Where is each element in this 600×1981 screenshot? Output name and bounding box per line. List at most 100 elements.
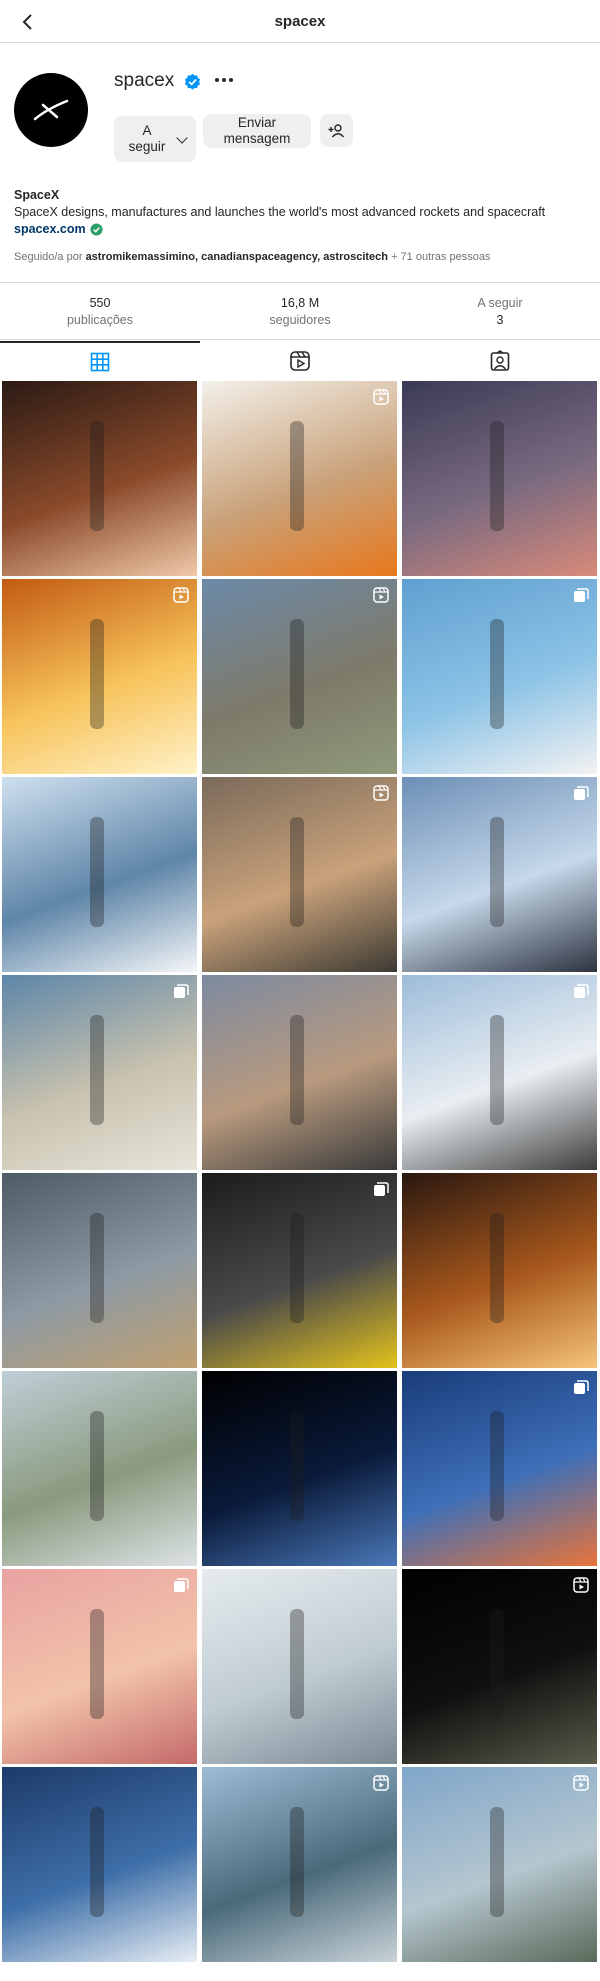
followers-stat[interactable]: 16,8 M seguidores xyxy=(200,295,400,329)
post-thumbnail xyxy=(290,1807,304,1917)
post-tile[interactable] xyxy=(202,1569,397,1764)
username-row: spacex xyxy=(114,70,201,92)
post-thumbnail xyxy=(90,421,104,531)
post-thumbnail xyxy=(90,1213,104,1323)
spacex-logo-x-icon xyxy=(33,99,69,121)
profile-tabs xyxy=(0,341,600,381)
grid-icon xyxy=(90,352,110,372)
reel-badge-icon xyxy=(573,1577,589,1593)
post-tile[interactable] xyxy=(202,975,397,1170)
carousel-badge-icon xyxy=(174,984,189,998)
post-tile[interactable] xyxy=(202,1371,397,1566)
follow-button-line1: A xyxy=(142,123,152,138)
post-thumbnail xyxy=(490,1015,504,1125)
profile-stats: 550 publicações 16,8 M seguidores A segu… xyxy=(0,282,600,340)
post-thumbnail xyxy=(290,817,304,927)
post-thumbnail xyxy=(90,1609,104,1719)
verified-badge-icon xyxy=(185,73,201,90)
post-tile[interactable] xyxy=(402,1173,597,1368)
post-tile[interactable] xyxy=(2,579,197,774)
post-thumbnail xyxy=(490,1807,504,1917)
post-thumbnail xyxy=(290,1411,304,1521)
bio-description: SpaceX designs, manufactures and launche… xyxy=(14,205,546,219)
profile-avatar[interactable] xyxy=(14,73,88,147)
post-thumbnail xyxy=(290,1609,304,1719)
tagged-icon xyxy=(490,350,510,371)
profile-bio: SpaceX SpaceX designs, manufactures and … xyxy=(14,187,589,238)
reel-badge-icon xyxy=(373,785,389,801)
post-tile[interactable] xyxy=(202,777,397,972)
carousel-badge-icon xyxy=(574,588,589,602)
followed-by-names: astromikemassimino, canadianspaceagency,… xyxy=(85,251,388,263)
following-label: A seguir xyxy=(477,296,523,310)
post-tile[interactable] xyxy=(402,1767,597,1962)
post-thumbnail xyxy=(290,1015,304,1125)
message-button-line2: mensagem xyxy=(223,131,291,146)
post-thumbnail xyxy=(490,1609,504,1719)
tab-reels[interactable] xyxy=(200,341,400,381)
post-thumbnail xyxy=(490,817,504,927)
posts-count: 550 xyxy=(89,296,111,310)
post-tile[interactable] xyxy=(402,1569,597,1764)
carousel-badge-icon xyxy=(174,1578,189,1592)
header-username: spacex xyxy=(274,13,326,30)
post-thumbnail xyxy=(90,1411,104,1521)
followed-by-prefix: Seguido/a por xyxy=(14,251,83,263)
post-tile[interactable] xyxy=(202,381,397,576)
post-thumbnail xyxy=(90,619,104,729)
post-tile[interactable] xyxy=(2,777,197,972)
send-message-button[interactable]: Enviar mensagem xyxy=(203,114,311,148)
post-tile[interactable] xyxy=(202,579,397,774)
post-tile[interactable] xyxy=(402,1371,597,1566)
more-dots-icon[interactable] xyxy=(211,70,237,90)
tab-tagged[interactable] xyxy=(400,341,600,381)
followed-by-text[interactable]: Seguido/a por astromikemassimino, canadi… xyxy=(14,251,490,263)
profile-username: spacex xyxy=(114,70,175,91)
carousel-badge-icon xyxy=(574,786,589,800)
message-button-line1: Enviar xyxy=(237,115,277,130)
post-thumbnail xyxy=(490,1213,504,1323)
reel-badge-icon xyxy=(373,1775,389,1791)
post-thumbnail xyxy=(90,1807,104,1917)
profile-link[interactable]: spacex.com xyxy=(14,221,103,238)
post-tile[interactable] xyxy=(2,1569,197,1764)
tab-posts[interactable] xyxy=(0,341,200,381)
post-tile[interactable] xyxy=(2,1767,197,1962)
suggest-accounts-button[interactable] xyxy=(320,114,353,147)
carousel-badge-icon xyxy=(374,1182,389,1196)
posts-label: publicações xyxy=(66,313,133,327)
reel-badge-icon xyxy=(573,1775,589,1791)
following-stat[interactable]: A seguir 3 xyxy=(400,295,600,329)
profile-name: SpaceX xyxy=(14,188,60,202)
post-thumbnail xyxy=(290,1213,304,1323)
post-thumbnail xyxy=(90,817,104,927)
post-tile[interactable] xyxy=(402,777,597,972)
reel-badge-icon xyxy=(173,587,189,603)
post-tile[interactable] xyxy=(2,381,197,576)
followed-by-suffix: + 71 outras pessoas xyxy=(391,251,491,263)
profile-link-text[interactable]: spacex.com xyxy=(14,221,86,238)
post-thumbnail xyxy=(290,421,304,531)
post-tile[interactable] xyxy=(202,1767,397,1962)
post-tile[interactable] xyxy=(402,975,597,1170)
post-tile[interactable] xyxy=(2,1371,197,1566)
post-tile[interactable] xyxy=(402,579,597,774)
reel-badge-icon xyxy=(373,587,389,603)
post-thumbnail xyxy=(290,619,304,729)
posts-stat: 550 publicações xyxy=(0,295,200,329)
post-tile[interactable] xyxy=(2,1173,197,1368)
post-thumbnail xyxy=(90,1015,104,1125)
follow-button-line2: seguir xyxy=(128,139,166,154)
add-person-icon xyxy=(328,123,344,137)
top-bar: spacex xyxy=(0,0,600,43)
following-count: 3 xyxy=(496,313,504,327)
post-tile[interactable] xyxy=(402,381,597,576)
post-tile[interactable] xyxy=(202,1173,397,1368)
carousel-badge-icon xyxy=(574,1380,589,1394)
following-dropdown-button[interactable]: A seguir xyxy=(114,116,196,162)
post-tile[interactable] xyxy=(2,975,197,1170)
followers-label: seguidores xyxy=(269,313,331,327)
post-thumbnail xyxy=(490,619,504,729)
reels-icon xyxy=(290,351,310,371)
link-verified-icon xyxy=(90,223,103,236)
